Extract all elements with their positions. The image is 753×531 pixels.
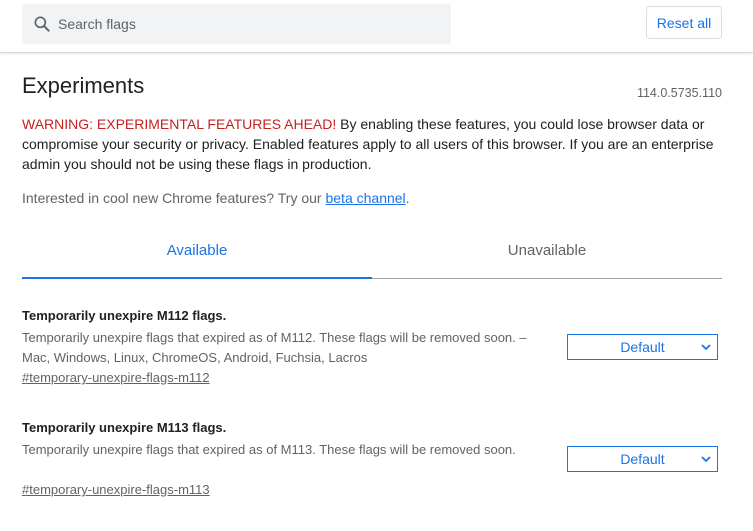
flag-item: Temporarily unexpire M113 flags. Tempora… [22, 419, 722, 531]
flag-permalink[interactable]: #temporary-unexpire-flags-m112 [22, 368, 210, 388]
flag-state-select[interactable]: Default [567, 446, 718, 472]
beta-note-suffix: . [405, 190, 410, 206]
tab-unavailable[interactable]: Unavailable [372, 224, 722, 277]
chevron-down-icon [701, 456, 711, 463]
beta-channel-note: Interested in cool new Chrome features? … [22, 188, 722, 208]
search-box[interactable] [22, 4, 451, 44]
flag-title: Temporarily unexpire M113 flags. [22, 420, 227, 435]
flag-state-select[interactable]: Default [567, 334, 718, 360]
tab-bar: Available Unavailable [22, 224, 722, 279]
flag-title: Temporarily unexpire M112 flags. [22, 308, 227, 323]
chevron-down-icon [701, 344, 711, 351]
top-bar: Reset all [0, 0, 753, 53]
active-tab-indicator [22, 277, 372, 279]
warning-lead: WARNING: EXPERIMENTAL FEATURES AHEAD! [22, 116, 337, 132]
beta-channel-link[interactable]: beta channel [325, 190, 405, 206]
header-row: Experiments 114.0.5735.110 [22, 52, 722, 114]
version-label: 114.0.5735.110 [636, 86, 722, 100]
flag-state-value: Default [620, 339, 665, 355]
flag-description: Temporarily unexpire flags that expired … [22, 330, 527, 365]
search-input[interactable] [58, 4, 438, 44]
main-content: Experiments 114.0.5735.110 WARNING: EXPE… [22, 52, 722, 531]
flag-item: Temporarily unexpire M112 flags. Tempora… [22, 307, 722, 419]
flag-description: Temporarily unexpire flags that expired … [22, 442, 516, 457]
warning-message: WARNING: EXPERIMENTAL FEATURES AHEAD! By… [22, 114, 722, 174]
tab-available[interactable]: Available [22, 224, 372, 277]
flag-state-value: Default [620, 451, 665, 467]
reset-all-button[interactable]: Reset all [646, 6, 722, 39]
search-icon [34, 16, 50, 32]
page-title: Experiments [22, 73, 145, 98]
flag-permalink[interactable]: #temporary-unexpire-flags-m113 [22, 480, 210, 500]
beta-note-text: Interested in cool new Chrome features? … [22, 190, 326, 206]
